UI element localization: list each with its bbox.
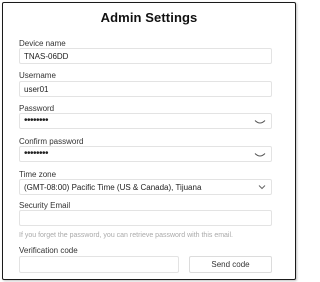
security-email-label: Security Email bbox=[19, 201, 71, 210]
password-field[interactable]: •••••••• bbox=[19, 113, 272, 129]
confirm-password-value: •••••••• bbox=[24, 148, 49, 159]
verification-code-label: Verification code bbox=[19, 246, 78, 255]
confirm-password-label: Confirm password bbox=[19, 137, 84, 146]
send-code-button[interactable]: Send code bbox=[189, 256, 272, 273]
time-zone-label: Time zone bbox=[19, 170, 57, 179]
device-name-value: TNAS-06DD bbox=[24, 52, 69, 61]
security-email-field[interactable] bbox=[19, 210, 272, 226]
time-zone-value: (GMT-08:00) Pacific Time (US & Canada), … bbox=[24, 183, 202, 192]
admin-settings-dialog: Admin Settings Device name TNAS-06DD Use… bbox=[2, 2, 296, 280]
eye-closed-icon[interactable] bbox=[254, 152, 266, 159]
password-value: •••••••• bbox=[24, 115, 49, 126]
device-name-field[interactable]: TNAS-06DD bbox=[19, 48, 272, 64]
username-field[interactable]: user01 bbox=[19, 81, 272, 97]
chevron-down-icon bbox=[258, 185, 266, 190]
verification-code-field[interactable] bbox=[19, 256, 179, 273]
device-name-label: Device name bbox=[19, 39, 66, 48]
eye-closed-icon[interactable] bbox=[254, 119, 266, 126]
dialog-title: Admin Settings bbox=[100, 10, 198, 25]
password-label: Password bbox=[19, 104, 55, 113]
username-value: user01 bbox=[24, 85, 49, 94]
confirm-password-field[interactable]: •••••••• bbox=[19, 146, 272, 162]
username-label: Username bbox=[19, 71, 56, 80]
time-zone-select[interactable]: (GMT-08:00) Pacific Time (US & Canada), … bbox=[19, 179, 272, 195]
security-email-hint: If you forget the password, you can retr… bbox=[19, 232, 233, 239]
